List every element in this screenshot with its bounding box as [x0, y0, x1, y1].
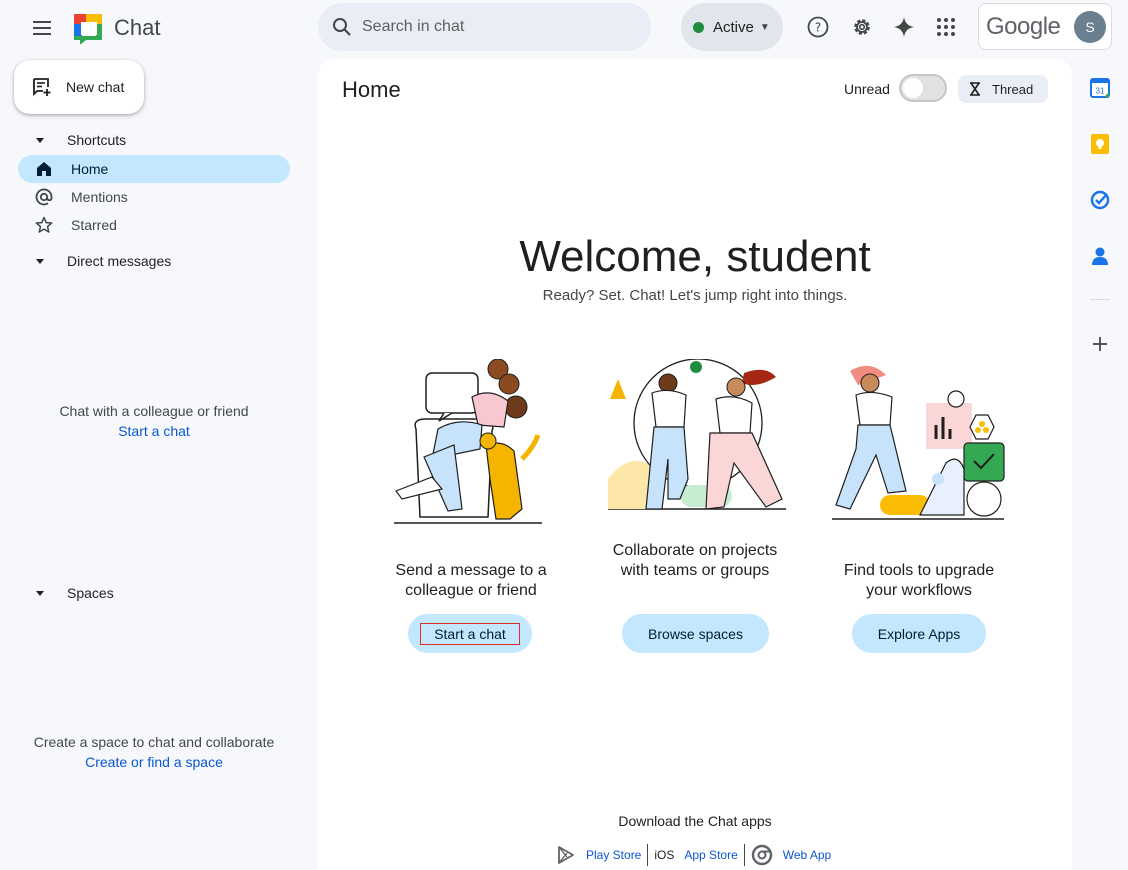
spaces-section-toggle[interactable]: Spaces — [36, 585, 114, 601]
start-a-chat-button[interactable]: Start a chat — [408, 614, 532, 653]
play-store-label: Play Store — [586, 848, 642, 862]
status-dropdown[interactable]: Active ▼ — [681, 3, 783, 51]
app-title: Chat — [114, 15, 161, 40]
google-logo: Google — [986, 12, 1061, 40]
chat-logo-icon[interactable] — [72, 12, 104, 44]
main-panel: Home Unread Thread Welcome, student Read… — [318, 59, 1072, 870]
thread-label: Thread — [992, 81, 1034, 97]
card-text-spaces: Collaborate on projects with teams or gr… — [612, 542, 778, 579]
top-bar: Chat Active ▼ ? Google S — [0, 0, 1128, 56]
status-dot-icon — [693, 21, 704, 33]
sidebar-item-label: Mentions — [71, 189, 128, 205]
home-icon — [34, 159, 54, 179]
new-chat-button[interactable]: New chat — [14, 60, 144, 114]
explore-apps-button[interactable]: Explore Apps — [852, 614, 986, 653]
apps-grid-icon[interactable] — [929, 10, 963, 44]
tasks-icon[interactable] — [1089, 189, 1111, 211]
play-store-icon — [556, 845, 576, 865]
sidebar-item-mentions[interactable]: Mentions — [18, 183, 290, 211]
dm-empty-state: Chat with a colleague or friend Start a … — [0, 401, 308, 441]
avatar[interactable]: S — [1074, 11, 1106, 43]
settings-gear-icon[interactable] — [845, 10, 879, 44]
svg-text:31: 31 — [1096, 87, 1105, 96]
divider — [647, 844, 649, 866]
card-text-apps: Find tools to upgrade your workflows — [843, 562, 995, 599]
sidebar-item-label: Starred — [71, 217, 117, 233]
svg-text:?: ? — [815, 21, 821, 35]
download-apps-label: Download the Chat apps — [618, 813, 772, 829]
web-app-label: Web App — [782, 848, 832, 862]
star-icon — [34, 215, 54, 235]
keep-icon[interactable] — [1089, 133, 1111, 155]
shortcuts-label: Shortcuts — [67, 132, 127, 148]
chevron-down-icon: ▼ — [759, 21, 770, 33]
sidebar-item-label: Home — [71, 161, 109, 177]
search-bar[interactable] — [318, 3, 651, 51]
search-input[interactable] — [362, 18, 622, 36]
collapse-caret-icon — [36, 258, 44, 264]
browse-spaces-button[interactable]: Browse spaces — [622, 614, 769, 653]
start-a-chat-link[interactable]: Start a chat — [0, 421, 308, 441]
chat-illustration — [394, 359, 542, 524]
spaces-empty-text: Create a space to chat and collaborate — [33, 734, 275, 750]
app-store-links: Play Store iOS App Store Web App — [556, 842, 831, 868]
create-or-find-space-link[interactable]: Create or find a space — [0, 752, 308, 772]
collapse-caret-icon — [36, 137, 44, 143]
divider — [743, 844, 745, 866]
unread-toggle[interactable] — [899, 74, 947, 102]
add-icon[interactable] — [1089, 333, 1111, 355]
contacts-icon[interactable] — [1089, 245, 1111, 267]
chrome-icon — [751, 844, 773, 866]
calendar-icon[interactable]: 31 — [1089, 77, 1111, 99]
spaces-illustration — [608, 359, 786, 510]
search-icon[interactable] — [332, 17, 352, 37]
sidebar-item-home[interactable]: Home — [18, 155, 290, 183]
toggle-knob — [903, 78, 923, 98]
at-icon — [34, 187, 54, 207]
spaces-empty-state: Create a space to chat and collaborate C… — [0, 732, 308, 772]
thread-icon — [970, 82, 980, 96]
apps-illustration — [832, 365, 1005, 520]
explore-apps-label: Explore Apps — [877, 625, 961, 642]
card-text-chat: Send a message to a colleague or friend — [395, 562, 547, 599]
gemini-sparkle-icon[interactable] — [887, 10, 921, 44]
help-icon[interactable]: ? — [801, 10, 835, 44]
shortcuts-section-toggle[interactable]: Shortcuts — [36, 132, 126, 148]
thread-button[interactable]: Thread — [958, 75, 1048, 103]
main-menu-icon[interactable] — [24, 14, 60, 42]
sidebar-item-starred[interactable]: Starred — [18, 211, 290, 239]
app-store-link[interactable]: iOS App Store — [654, 848, 737, 862]
page-title: Home — [342, 77, 401, 102]
app-store-label: App Store — [684, 848, 738, 862]
welcome-heading: Welcome, student — [519, 232, 871, 281]
welcome-subtitle: Ready? Set. Chat! Let's jump right into … — [542, 287, 848, 304]
ios-icon: iOS — [654, 848, 675, 862]
unread-label: Unread — [844, 81, 890, 97]
status-label: Active — [713, 18, 754, 36]
play-store-link[interactable]: Play Store — [556, 845, 641, 865]
browse-spaces-label: Browse spaces — [648, 625, 743, 642]
new-chat-label: New chat — [66, 79, 125, 95]
collapse-caret-icon — [36, 590, 44, 596]
start-a-chat-label: Start a chat — [420, 622, 520, 645]
account-switcher[interactable]: Google S — [978, 3, 1112, 50]
direct-messages-label: Direct messages — [67, 253, 172, 269]
new-chat-icon — [33, 78, 51, 97]
rail-divider — [1090, 299, 1110, 300]
spaces-label: Spaces — [67, 585, 114, 601]
dm-empty-text: Chat with a colleague or friend — [59, 403, 249, 419]
direct-messages-section-toggle[interactable]: Direct messages — [36, 253, 171, 269]
web-app-link[interactable]: Web App — [751, 844, 831, 866]
